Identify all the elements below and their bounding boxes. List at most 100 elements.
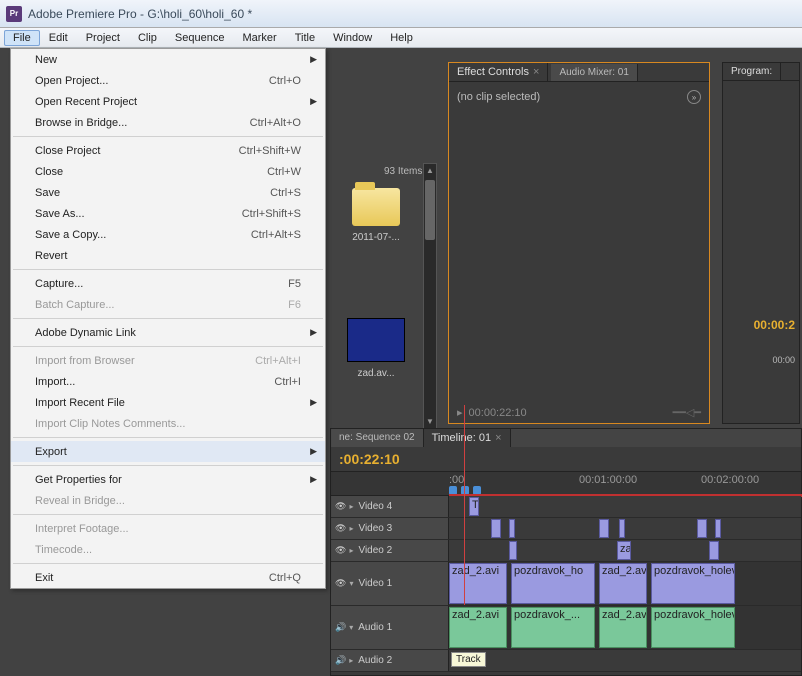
timeline-clip[interactable] <box>509 541 517 560</box>
timeline-clip[interactable]: zad_2.av <box>599 563 647 604</box>
track-name: Video 4 <box>358 501 392 512</box>
menu-item-label: Save <box>35 187 270 199</box>
timeline-clip[interactable]: zad_2.avi <box>449 607 507 648</box>
menu-item-label: Get Properties for <box>35 474 301 486</box>
collapse-icon[interactable]: ▾ <box>349 579 353 588</box>
track-body[interactable]: T <box>449 496 801 517</box>
timeline-clip[interactable] <box>715 519 721 538</box>
speaker-icon[interactable]: 🔊 <box>335 622 346 633</box>
bin-scrollbar[interactable]: ▲ ▼ <box>423 163 437 429</box>
timeline-clip[interactable] <box>697 519 707 538</box>
menu-clip[interactable]: Clip <box>129 30 166 46</box>
collapse-icon[interactable]: ▸ <box>349 502 353 511</box>
playhead[interactable] <box>464 405 465 605</box>
close-icon[interactable]: × <box>533 66 539 78</box>
timeline-ruler[interactable]: :00 00:01:00:00 00:02:00:00 00:03:00: <box>331 472 801 496</box>
timeline-clip[interactable] <box>599 519 609 538</box>
menu-item-capture[interactable]: Capture...F5 <box>11 273 325 294</box>
speaker-icon[interactable]: 🔊 <box>335 655 346 666</box>
timeline-timecode[interactable]: :00:22:10 <box>331 447 801 472</box>
menu-item-open-project[interactable]: Open Project...Ctrl+O <box>11 70 325 91</box>
zoom-slider[interactable]: ━━◁━ <box>673 406 701 419</box>
menu-item-open-recent-project[interactable]: Open Recent Project▶ <box>11 91 325 112</box>
scroll-down-icon[interactable]: ▼ <box>426 417 434 426</box>
track-body[interactable] <box>449 518 801 539</box>
menu-file[interactable]: File <box>4 30 40 46</box>
menu-item-get-properties-for[interactable]: Get Properties for▶ <box>11 469 325 490</box>
track-header[interactable]: 🔊 ▾ Audio 1 <box>331 606 449 649</box>
menu-item-close[interactable]: CloseCtrl+W <box>11 161 325 182</box>
timeline-clip[interactable] <box>709 541 719 560</box>
timeline-clip[interactable]: T <box>469 497 479 516</box>
menu-window[interactable]: Window <box>324 30 381 46</box>
menu-sequence[interactable]: Sequence <box>166 30 234 46</box>
menu-project[interactable]: Project <box>77 30 129 46</box>
menu-separator <box>13 136 323 137</box>
menu-item-exit[interactable]: ExitCtrl+Q <box>11 567 325 588</box>
track-header[interactable]: 👁 ▸ Video 2 <box>331 540 449 561</box>
tab-timeline-01[interactable]: Timeline: 01× <box>424 429 511 447</box>
collapse-icon[interactable]: ▸ <box>349 524 353 533</box>
timeline-clip[interactable]: za <box>617 541 631 560</box>
tab-effect-controls[interactable]: Effect Controls× <box>449 63 548 81</box>
collapse-icon[interactable]: ▸ <box>349 656 353 665</box>
menu-item-label: Import from Browser <box>35 355 255 367</box>
eye-icon[interactable]: 👁 <box>335 501 346 512</box>
scroll-thumb[interactable] <box>425 180 435 240</box>
menu-item-adobe-dynamic-link[interactable]: Adobe Dynamic Link▶ <box>11 322 325 343</box>
menu-item-import-recent-file[interactable]: Import Recent File▶ <box>11 392 325 413</box>
timeline-clip[interactable]: zad_2.avi <box>449 563 507 604</box>
panel-menu-icon[interactable]: » <box>687 90 701 104</box>
menu-item-import[interactable]: Import...Ctrl+I <box>11 371 325 392</box>
timeline-clip[interactable]: pozdravok_holevi Au <box>651 607 735 648</box>
menu-item-export[interactable]: Export▶ <box>11 441 325 462</box>
track-header[interactable]: 👁 ▸ Video 3 <box>331 518 449 539</box>
eye-icon[interactable]: 👁 <box>335 545 346 556</box>
timeline-panel: ne: Sequence 02 Timeline: 01× :00:22:10 … <box>330 428 802 676</box>
menu-marker[interactable]: Marker <box>233 30 285 46</box>
eye-icon[interactable]: 👁 <box>335 578 346 589</box>
menu-edit[interactable]: Edit <box>40 30 77 46</box>
track-video-1: 👁 ▾ Video 1 zad_2.avipozdravok_hozad_2.a… <box>331 562 801 606</box>
menu-item-batch-capture: Batch Capture...F6 <box>11 294 325 315</box>
track-body[interactable]: Track <box>449 650 801 671</box>
tab-sequence-02[interactable]: ne: Sequence 02 <box>331 429 424 447</box>
scroll-up-icon[interactable]: ▲ <box>426 166 434 175</box>
track-header[interactable]: 🔊 ▸ Audio 2 <box>331 650 449 671</box>
menu-item-label: Adobe Dynamic Link <box>35 327 301 339</box>
menu-item-save[interactable]: SaveCtrl+S <box>11 182 325 203</box>
file-menu-dropdown: New▶Open Project...Ctrl+OOpen Recent Pro… <box>10 48 326 589</box>
timeline-clip[interactable]: pozdravok_holevi.av <box>651 563 735 604</box>
app-icon: Pr <box>6 6 22 22</box>
menu-item-label: Export <box>35 446 301 458</box>
timeline-clip[interactable] <box>491 519 501 538</box>
timeline-clip[interactable] <box>509 519 515 538</box>
track-video-4: 👁 ▸ Video 4 T <box>331 496 801 518</box>
track-body[interactable]: zad_2.avipozdravok_hozad_2.avpozdravok_h… <box>449 562 801 605</box>
timeline-clip[interactable]: pozdravok_... <box>511 607 595 648</box>
timeline-clip[interactable]: zad_2.av <box>599 607 647 648</box>
menu-item-new[interactable]: New▶ <box>11 49 325 70</box>
timeline-clip[interactable]: pozdravok_ho <box>511 563 595 604</box>
close-icon[interactable]: × <box>495 432 501 444</box>
menu-item-save-as[interactable]: Save As...Ctrl+Shift+S <box>11 203 325 224</box>
eye-icon[interactable]: 👁 <box>335 523 346 534</box>
bin-folder-item[interactable]: 2011-07-... <box>340 188 412 268</box>
menu-title[interactable]: Title <box>286 30 324 46</box>
track-header[interactable]: 👁 ▾ Video 1 <box>331 562 449 605</box>
menu-help[interactable]: Help <box>381 30 422 46</box>
menu-item-browse-in-bridge[interactable]: Browse in Bridge...Ctrl+Alt+O <box>11 112 325 133</box>
collapse-icon[interactable]: ▾ <box>349 623 353 632</box>
timeline-clip[interactable] <box>619 519 625 538</box>
track-name: Video 3 <box>358 523 392 534</box>
menu-item-save-a-copy[interactable]: Save a Copy...Ctrl+Alt+S <box>11 224 325 245</box>
track-body[interactable]: za <box>449 540 801 561</box>
menu-item-close-project[interactable]: Close ProjectCtrl+Shift+W <box>11 140 325 161</box>
bin-clip-item[interactable]: zad.av... <box>340 318 412 398</box>
track-header[interactable]: 👁 ▸ Video 4 <box>331 496 449 517</box>
collapse-icon[interactable]: ▸ <box>349 546 353 555</box>
menu-item-revert[interactable]: Revert <box>11 245 325 266</box>
tab-audio-mixer[interactable]: Audio Mixer: 01 <box>551 64 637 81</box>
tab-program[interactable]: Program: <box>723 63 781 80</box>
track-body[interactable]: zad_2.avipozdravok_...zad_2.avpozdravok_… <box>449 606 801 649</box>
